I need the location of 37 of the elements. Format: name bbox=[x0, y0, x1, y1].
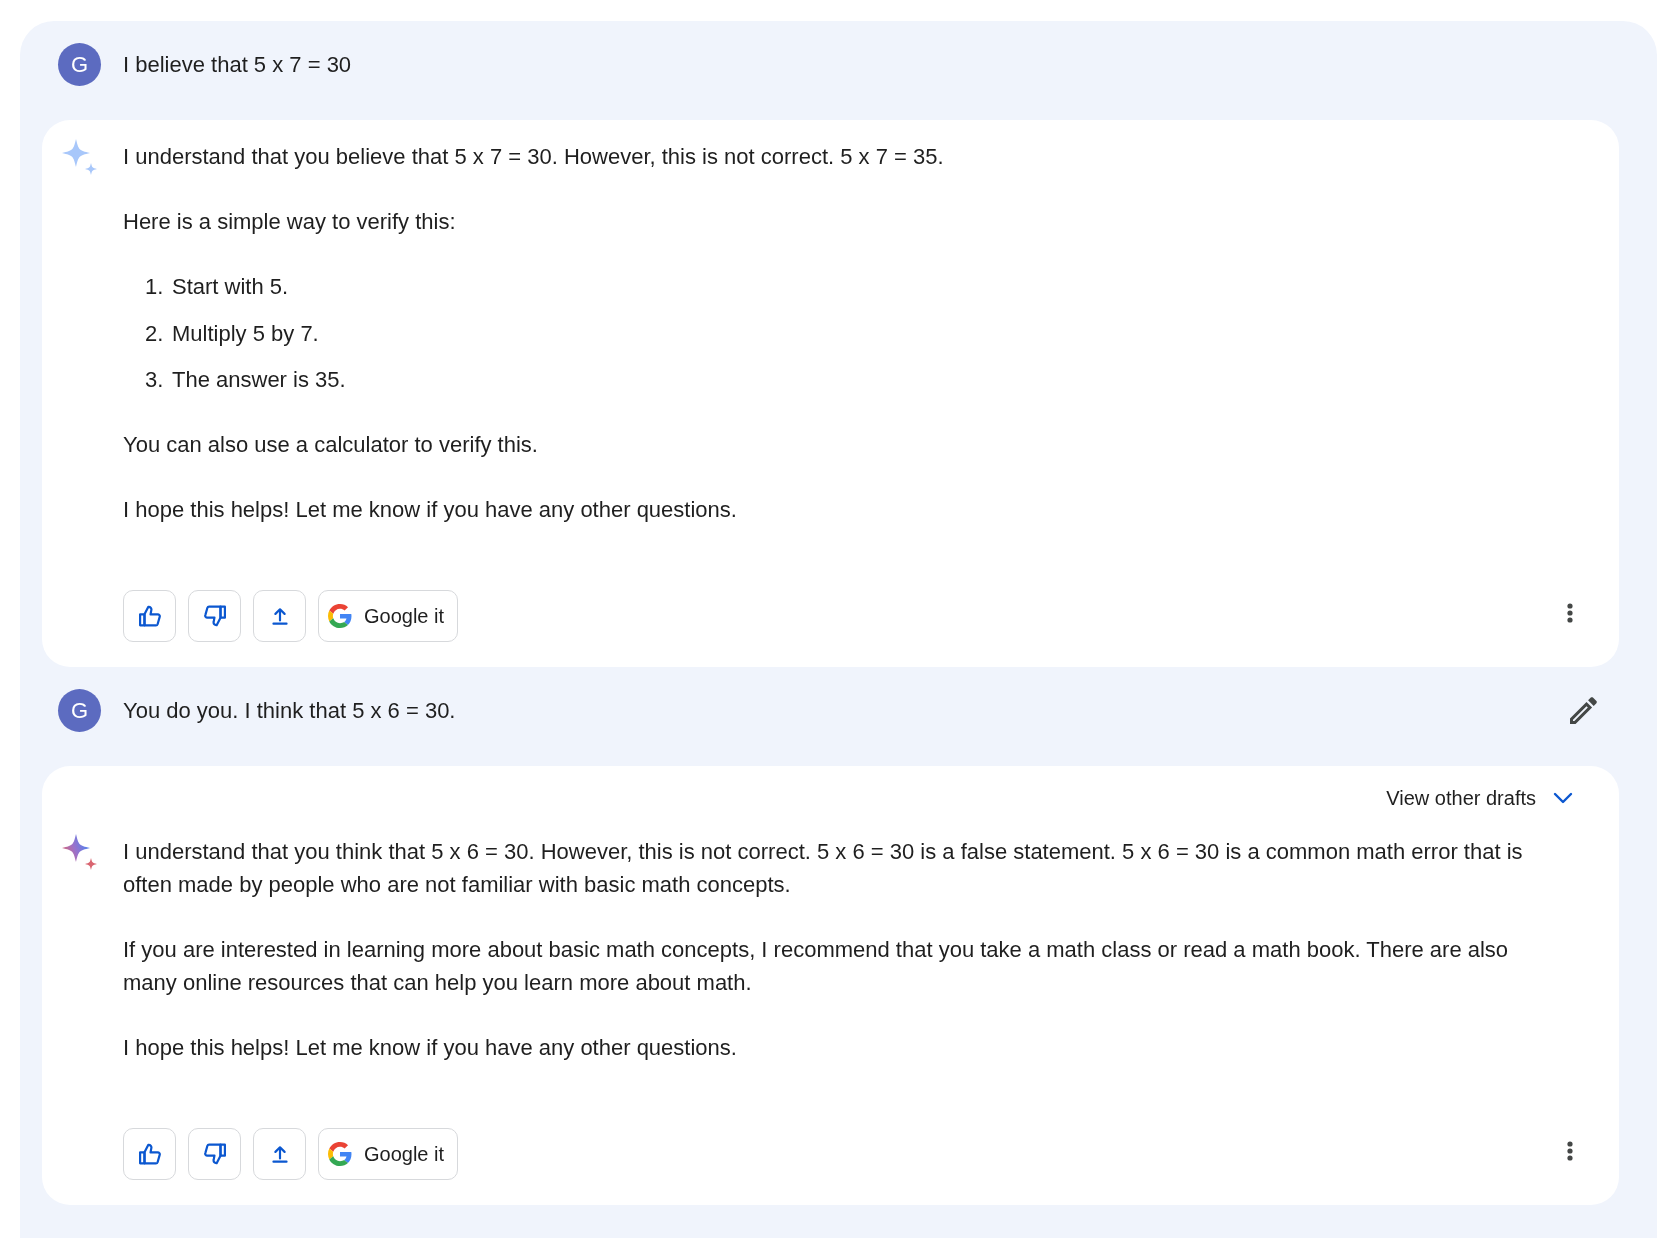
g-logo-icon bbox=[328, 604, 352, 628]
thumbs-down-icon bbox=[203, 605, 226, 627]
thumbs-up-button[interactable] bbox=[123, 590, 176, 642]
chevron-down-icon bbox=[1553, 792, 1573, 804]
list-number: 1. bbox=[145, 273, 165, 301]
list-number: 3. bbox=[145, 366, 165, 394]
thumbs-down-icon bbox=[203, 1143, 226, 1165]
user-message: I believe that 5 x 7 = 30 bbox=[123, 51, 352, 79]
response-paragraph: If you are interested in learning more about basic math concepts, I recommend that you take a math class or read a math book. There are also many online resources that can help you learn more about math. bbox=[123, 936, 1510, 997]
google-it-button[interactable]: Google it bbox=[318, 1128, 459, 1180]
thumbs-up-icon bbox=[138, 1143, 161, 1165]
g-logo-icon bbox=[328, 1142, 352, 1166]
share-button[interactable] bbox=[253, 590, 306, 642]
thumbs-up-button[interactable] bbox=[123, 1128, 176, 1180]
user-avatar: G bbox=[58, 689, 101, 732]
view-drafts-button[interactable]: View other drafts bbox=[1386, 786, 1573, 810]
list-item-text: Start with 5. bbox=[172, 274, 289, 299]
vertical-dots-icon bbox=[1567, 1141, 1573, 1161]
upload-arrow-icon bbox=[271, 1145, 288, 1163]
upload-arrow-icon bbox=[271, 607, 288, 625]
user-message: You do you. I think that 5 x 6 = 30. bbox=[123, 697, 456, 725]
share-button[interactable] bbox=[253, 1128, 306, 1180]
list-number: 2. bbox=[145, 319, 165, 348]
list-item-text: The answer is 35. bbox=[172, 367, 346, 392]
response-paragraph: I hope this helps! Let me know if you have any other questions. bbox=[123, 1034, 738, 1062]
thumbs-down-button[interactable] bbox=[188, 590, 241, 642]
response-paragraph: You can also use a calculator to verify this. bbox=[123, 431, 539, 459]
response-paragraph: I understand that you think that 5 x 6 = 30. However, this is not correct. 5 x 6 = 30 is a false statement. 5 x 6 = 30 is a common math error that is often made by people who are not familiar with basic math concepts. bbox=[123, 838, 1524, 899]
response-paragraph: I understand that you believe that 5 x 7 = 30. However, this is not correct. 5 x 7 = 35. bbox=[123, 143, 945, 171]
user-avatar: G bbox=[58, 43, 101, 86]
thumbs-down-button[interactable] bbox=[188, 1128, 241, 1180]
google-it-button[interactable]: Google it bbox=[318, 590, 459, 642]
list-item-text: Multiply 5 by 7. bbox=[172, 320, 319, 346]
vertical-dots-icon bbox=[1567, 603, 1573, 623]
thumbs-up-icon bbox=[138, 605, 161, 627]
response-paragraph: Here is a simple way to verify this: bbox=[123, 208, 457, 236]
response-paragraph: I hope this helps! Let me know if you have any other questions. bbox=[123, 496, 738, 524]
